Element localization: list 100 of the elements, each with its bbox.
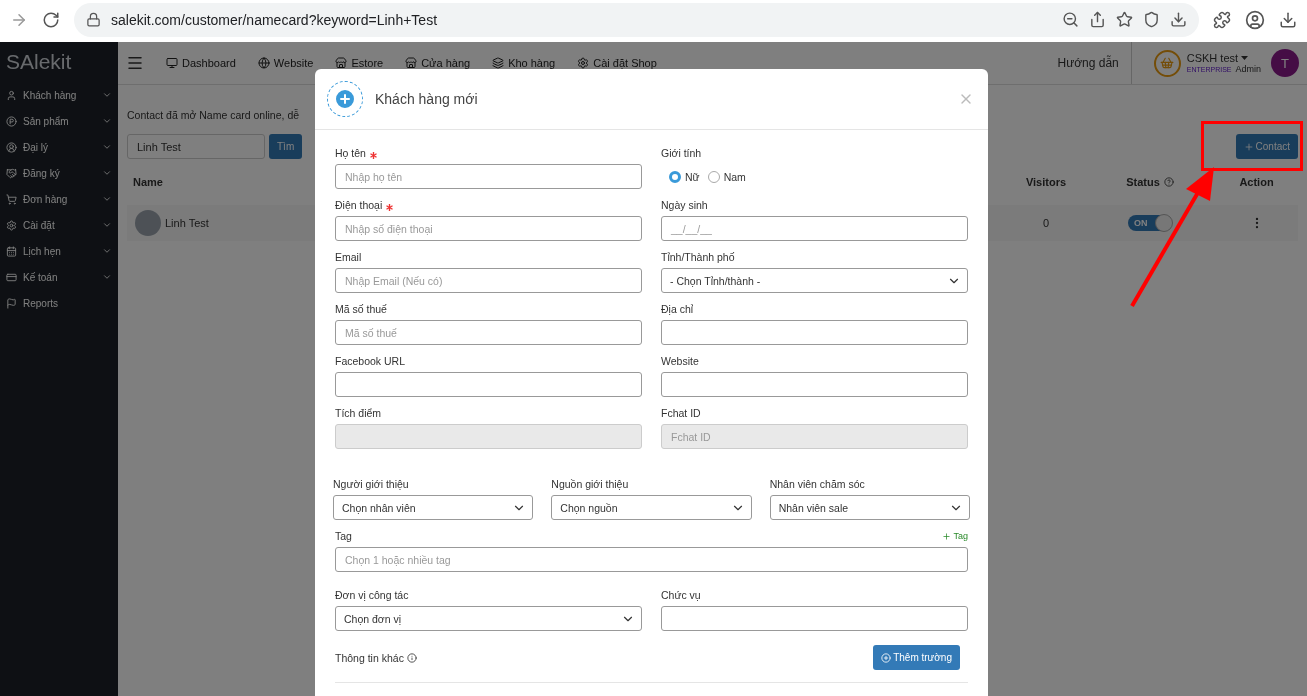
parking-icon	[6, 115, 17, 127]
add-contact-button[interactable]: Contact	[1235, 134, 1298, 159]
radio-option[interactable]: Nam	[707, 170, 746, 183]
field-label: Người giới thiệu	[333, 478, 409, 490]
add-tag-link[interactable]: Tag	[942, 531, 968, 541]
user-name[interactable]: CSKH test	[1186, 52, 1239, 64]
chevron-down-icon	[102, 194, 112, 204]
help-icon	[1163, 177, 1174, 187]
share-icon[interactable]	[1089, 11, 1106, 28]
field-label: Tỉnh/Thành phố	[661, 251, 735, 263]
field-label: Fchat ID	[661, 407, 701, 419]
column-header: Action	[1239, 176, 1274, 188]
sidebar-item[interactable]: Sản phẩm	[0, 108, 118, 134]
field-label: Nguồn giới thiệu	[551, 478, 629, 490]
user-icon	[6, 89, 17, 101]
status-toggle[interactable]: ON	[1128, 215, 1172, 231]
nav-link[interactable]: Website	[257, 57, 314, 69]
tag-field[interactable]: Chọn 1 hoặc nhiều tag	[335, 547, 968, 572]
field-label: Họ tên	[335, 147, 366, 159]
extensions-icon[interactable]	[1213, 10, 1231, 29]
sidebar-item[interactable]: Cài đặt	[0, 212, 118, 238]
input-field[interactable]	[661, 372, 968, 397]
profile-icon[interactable]	[1245, 9, 1265, 30]
input-field[interactable]: __/__/__	[661, 216, 968, 241]
help-link[interactable]: Hướng dẫn	[1057, 42, 1132, 84]
field-label: Mã số thuế	[335, 303, 387, 315]
add-field-button[interactable]: Thêm trường	[873, 645, 960, 670]
download-icon[interactable]	[1170, 11, 1187, 28]
field-label: Tích điểm	[335, 407, 382, 419]
sidebar-item[interactable]: Lịch hẹn	[0, 238, 118, 264]
zoom-out-icon[interactable]	[1062, 11, 1079, 28]
menu-icon[interactable]	[126, 54, 144, 72]
lock-icon	[86, 12, 101, 27]
gear-icon	[577, 57, 590, 69]
search-button[interactable]: Tìm	[269, 134, 303, 159]
field-label: Email	[335, 251, 362, 263]
select-field[interactable]: Chọn đơn vị	[335, 606, 642, 631]
chevron-down-icon	[102, 90, 112, 100]
input-field[interactable]	[661, 320, 968, 345]
nav-link[interactable]: Dashboard	[166, 57, 236, 69]
cart-icon	[6, 193, 17, 205]
layers-icon	[492, 57, 505, 69]
column-header: Status	[1126, 176, 1160, 188]
card-icon	[6, 271, 17, 283]
field-label: Tag	[335, 530, 352, 542]
sidebar-item[interactable]: Reports	[0, 290, 118, 316]
input-field[interactable]: Mã số thuế	[335, 320, 642, 345]
radio-option[interactable]: Nữ	[669, 170, 700, 183]
reload-icon[interactable]	[42, 10, 60, 29]
field-label: Giới tính	[661, 147, 702, 159]
input-field[interactable]	[661, 606, 968, 631]
caret-icon	[1241, 56, 1249, 60]
sidebar-item[interactable]: Khách hàng	[0, 82, 118, 108]
chevron-down-icon	[102, 246, 112, 256]
select-field[interactable]: Nhân viên sale	[769, 495, 970, 520]
role-label: Admin	[1235, 64, 1261, 74]
table-cell: 0	[1042, 217, 1050, 229]
field-label: Nhân viên chăm sóc	[769, 478, 865, 490]
sidebar-item[interactable]: Đại lý	[0, 134, 118, 160]
input-field[interactable]: Nhập họ tên	[335, 164, 642, 189]
star-icon[interactable]	[1116, 11, 1133, 28]
monitor-icon	[166, 57, 178, 69]
store-icon	[405, 57, 418, 69]
select-field[interactable]: - Chọn Tỉnh/thành -	[661, 268, 968, 293]
sidebar-item[interactable]: Đăng ký	[0, 160, 118, 186]
input-field[interactable]: Nhập Email (Nếu có)	[335, 268, 642, 293]
gear-icon	[6, 219, 17, 231]
chevron-down-icon	[102, 168, 112, 178]
sidebar-item[interactable]: Đơn hàng	[0, 186, 118, 212]
calendar-icon	[6, 245, 17, 257]
input-field[interactable]	[335, 372, 642, 397]
globe-icon	[257, 57, 270, 69]
basket-icon	[1153, 49, 1181, 77]
address-bar[interactable]: salekit.com/customer/namecard?keyword=Linh+Test	[74, 2, 1199, 37]
shield-icon[interactable]	[1143, 11, 1160, 28]
field-label: Chức vụ	[661, 589, 701, 601]
plus-icon	[1243, 141, 1254, 152]
nav-link[interactable]: Cài đặt Shop	[577, 57, 657, 69]
field-label: Ngày sinh	[661, 199, 708, 211]
field-label: Đơn vị công tác	[335, 589, 409, 601]
flag-icon	[6, 297, 17, 309]
select-field[interactable]: Chọn nguồn	[551, 495, 752, 520]
avatar-icon	[135, 210, 161, 236]
download-icon[interactable]	[1279, 10, 1297, 29]
field-label: Địa chỉ	[661, 303, 694, 315]
more-info-label: Thông tin khác	[335, 651, 404, 664]
input-field[interactable]: Nhập số điện thoại	[335, 216, 642, 241]
search-field[interactable]: Linh Test	[127, 134, 265, 159]
field-label: Website	[661, 355, 699, 367]
handshake-icon	[6, 167, 17, 179]
plus-icon	[942, 531, 952, 541]
chevron-down-icon	[102, 142, 112, 152]
sidebar-item[interactable]: Kế toán	[0, 264, 118, 290]
chevron-down-icon	[102, 272, 112, 282]
nav-link[interactable]: Cửa hàng	[405, 57, 471, 69]
avatar[interactable]: T	[1271, 49, 1299, 77]
select-field[interactable]: Chọn nhân viên	[333, 495, 534, 520]
store-icon	[335, 57, 348, 69]
nav-link[interactable]: Estore	[335, 57, 384, 69]
nav-link[interactable]: Kho hàng	[492, 57, 556, 69]
